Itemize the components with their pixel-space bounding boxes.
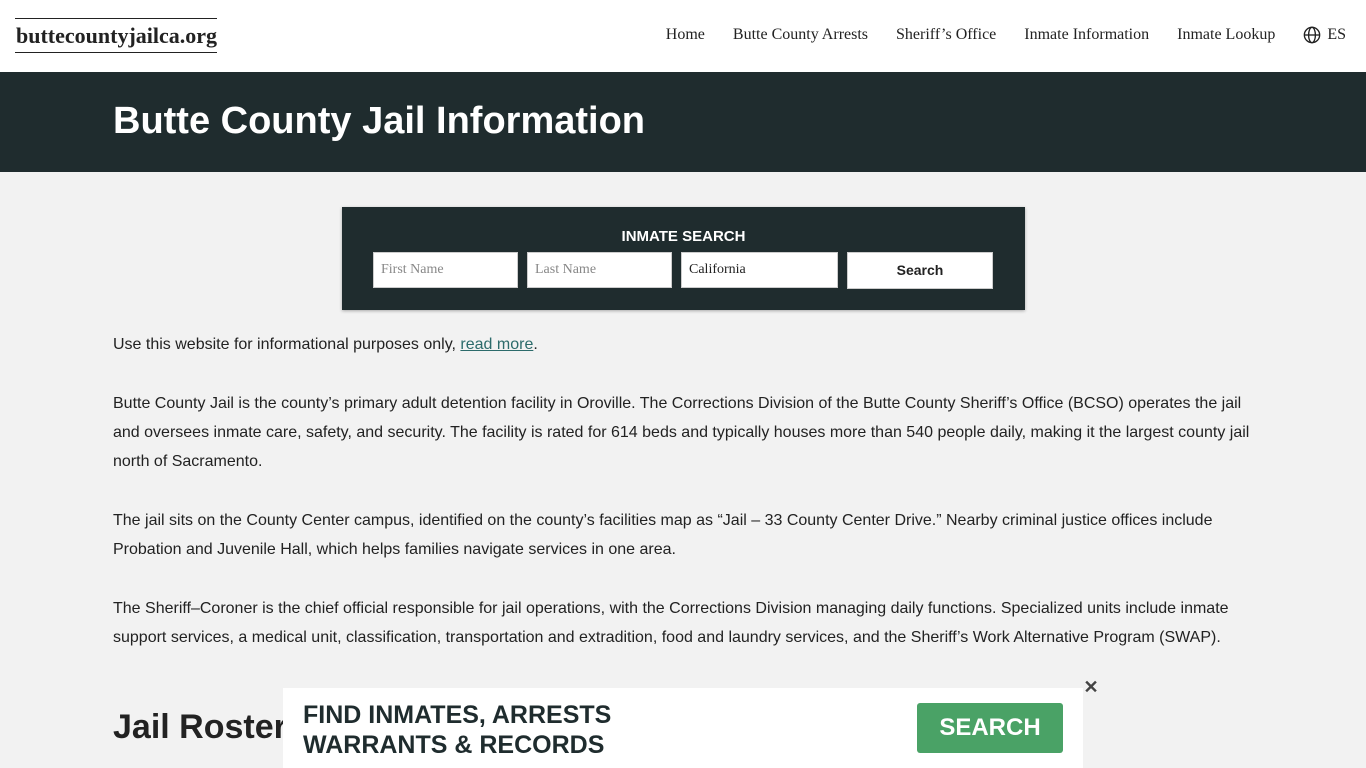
language-label: ES	[1327, 26, 1346, 43]
search-button[interactable]: Search	[847, 252, 993, 289]
search-title: INMATE SEARCH	[621, 228, 746, 245]
first-name-input[interactable]	[373, 252, 518, 288]
top-bar: buttecountyjailca.org Home Butte County …	[0, 0, 1366, 72]
banner-line-2: WARRANTS & RECORDS	[303, 731, 605, 759]
banner-text: FIND INMATES, ARRESTS WARRANTS & RECORDS	[303, 700, 611, 760]
disclaimer-end: .	[533, 336, 538, 353]
disclaimer: Use this website for informational purpo…	[113, 330, 1253, 359]
inmate-search-box: INMATE SEARCH California Search	[342, 207, 1025, 310]
banner-search-button[interactable]: SEARCH	[917, 703, 1063, 753]
paragraph-location: The jail sits on the County Center campu…	[113, 512, 1213, 558]
read-more-link[interactable]: read more	[460, 336, 533, 353]
main-nav: Home Butte County Arrests Sheriff’s Offi…	[638, 26, 1346, 44]
disclaimer-text: Use this website for informational purpo…	[113, 336, 461, 353]
close-icon[interactable]: ✕	[1083, 678, 1099, 696]
nav-inmate-lookup[interactable]: Inmate Lookup	[1177, 26, 1275, 44]
banner-line-1: FIND INMATES, ARRESTS	[303, 701, 612, 729]
nav-inmate-information[interactable]: Inmate Information	[1024, 26, 1149, 44]
site-logo[interactable]: buttecountyjailca.org	[15, 18, 218, 53]
hero-banner: Butte County Jail Information	[0, 72, 1366, 172]
globe-icon	[1304, 26, 1321, 44]
state-select[interactable]: California	[681, 252, 838, 288]
language-switch[interactable]: ES	[1303, 26, 1346, 44]
paragraph-operations: The Sheriff–Coroner is the chief officia…	[113, 600, 1229, 646]
last-name-input[interactable]	[527, 252, 672, 288]
nav-butte-county-arrests[interactable]: Butte County Arrests	[733, 26, 868, 44]
nav-sheriffs-office[interactable]: Sheriff’s Office	[896, 26, 996, 44]
sticky-ad-banner[interactable]: FIND INMATES, ARRESTS WARRANTS & RECORDS…	[283, 688, 1083, 768]
nav-home[interactable]: Home	[666, 26, 705, 44]
paragraph-intro: Butte County Jail is the county’s primar…	[113, 395, 1250, 470]
main-content: Use this website for informational purpo…	[113, 330, 1253, 746]
page-title: Butte County Jail Information	[113, 100, 645, 142]
section-heading-jail-roster: Jail Roster	[113, 708, 287, 746]
